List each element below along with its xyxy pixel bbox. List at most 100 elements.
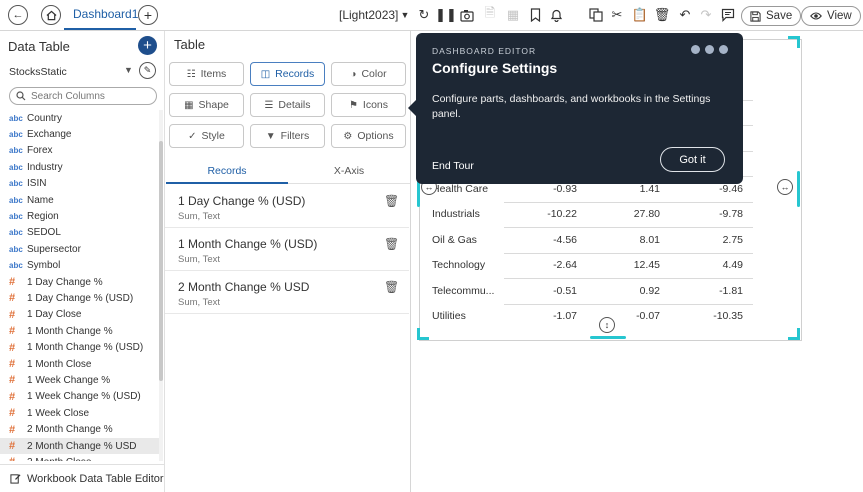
theme-dropdown-icon[interactable]: ▼	[397, 7, 413, 23]
column-item[interactable]: #1 Day Change % (USD)	[0, 290, 159, 306]
pause-icon[interactable]: ❚❚	[435, 7, 457, 23]
move-vertical-icon[interactable]: ↕	[599, 317, 615, 333]
selection-corner[interactable]	[788, 328, 800, 340]
save-button[interactable]: Save	[741, 6, 802, 26]
refresh-icon[interactable]: ↻	[416, 7, 432, 23]
trash-icon[interactable]: 🗑	[384, 194, 399, 208]
edit-source-button[interactable]: ✎	[139, 62, 156, 79]
records-button[interactable]: ◫ Records	[250, 62, 325, 86]
column-item[interactable]: #1 Week Change %	[0, 372, 159, 388]
duplicate-icon[interactable]	[588, 7, 604, 23]
column-item[interactable]: abc Country	[0, 110, 159, 126]
column-name: 1 Week Close	[27, 407, 90, 419]
selection-corner[interactable]	[417, 328, 429, 340]
cell-value: 27.80	[633, 208, 660, 221]
record-item[interactable]: 2 Month Change % USD Sum, Text 🗑	[165, 271, 409, 314]
column-item[interactable]: #1 Day Close	[0, 307, 159, 323]
cut-icon[interactable]: ✂	[609, 7, 625, 23]
data-source-selector[interactable]: StocksStatic	[9, 66, 67, 78]
home-button[interactable]	[41, 5, 61, 25]
record-item[interactable]: 1 Month Change % (USD) Sum, Text 🗑	[165, 228, 409, 271]
search-input[interactable]	[31, 90, 141, 102]
column-item[interactable]: #1 Month Change % (USD)	[0, 339, 159, 355]
items-button[interactable]: ☷ Items	[169, 62, 244, 86]
column-item[interactable]: #1 Month Close	[0, 356, 159, 372]
column-item[interactable]: abc Region	[0, 208, 159, 224]
column-item[interactable]: #1 Day Change %	[0, 274, 159, 290]
row-divider	[504, 201, 753, 203]
chevron-down-icon[interactable]: ▼	[124, 65, 133, 75]
column-item[interactable]: abc SEDOL	[0, 225, 159, 241]
shape-button[interactable]: ▦ Shape	[169, 93, 244, 117]
theme-selector[interactable]: [Light2023]	[339, 8, 398, 22]
column-item[interactable]: #1 Week Close	[0, 405, 159, 421]
trash-icon[interactable]: 🗑	[384, 237, 399, 251]
record-item[interactable]: 1 Day Change % (USD) Sum, Text 🗑	[165, 185, 409, 228]
view-button[interactable]: View	[801, 6, 861, 26]
home-icon	[46, 10, 56, 20]
record-aggregation: Sum, Text	[178, 297, 221, 308]
resize-handle-bottom[interactable]	[590, 336, 626, 339]
back-button[interactable]: ←	[8, 5, 28, 25]
column-item[interactable]: #1 Week Change % (USD)	[0, 389, 159, 405]
tab-x-axis[interactable]: X-Axis	[288, 165, 410, 177]
move-horizontal-icon[interactable]: ↔	[777, 179, 793, 195]
style-button[interactable]: ✓ Style	[169, 124, 244, 148]
resize-handle-right[interactable]	[797, 171, 800, 207]
bottom-link-label: Workbook Data Table Editor	[27, 472, 164, 485]
add-tab-button[interactable]: +	[138, 5, 158, 25]
dashboard-tab[interactable]: Dashboard1	[73, 7, 138, 21]
icons-button[interactable]: ⚑ Icons	[331, 93, 406, 117]
record-name: 2 Month Change % USD	[178, 280, 310, 294]
column-item[interactable]: abc Name	[0, 192, 159, 208]
column-item[interactable]: #2 Month Change %	[0, 421, 159, 437]
export-pdf-icon[interactable]: 🗎	[482, 5, 498, 23]
scrollbar-thumb[interactable]	[159, 141, 163, 381]
row-label: Health Care	[432, 182, 489, 195]
paste-icon[interactable]: 📋	[632, 7, 648, 23]
button-label: Options	[357, 130, 394, 142]
column-item[interactable]: abc Symbol	[0, 258, 159, 274]
table-row[interactable]: Oil & Gas -4.56 8.01 2.75	[432, 227, 745, 253]
comment-icon[interactable]	[720, 7, 736, 23]
got-it-button[interactable]: Got it	[660, 147, 725, 172]
end-tour-link[interactable]: End Tour	[432, 160, 474, 172]
column-item[interactable]: #1 Month Change %	[0, 323, 159, 339]
table-row[interactable]: Telecommu... -0.51 0.92 -1.81	[432, 278, 745, 304]
search-columns[interactable]	[9, 87, 157, 105]
table-row[interactable]: Industrials -10.22 27.80 -9.78	[432, 202, 745, 228]
row-label: Telecommu...	[432, 284, 495, 297]
column-name: 2 Month Change %	[27, 424, 113, 436]
trash-icon[interactable]: 🗑	[384, 280, 399, 294]
options-button[interactable]: ⚙ Options	[331, 124, 406, 148]
table-row[interactable]: Utilities -1.07 -0.07 -10.35	[432, 304, 745, 330]
snapshot-icon[interactable]	[459, 7, 475, 23]
workbook-data-table-editor-link[interactable]: Workbook Data Table Editor	[0, 464, 165, 492]
redo-icon[interactable]: ↷	[698, 7, 714, 23]
tab-records[interactable]: Records	[166, 165, 288, 177]
color-button[interactable]: ◑ Color	[331, 62, 406, 86]
bell-icon[interactable]	[548, 7, 564, 23]
column-item[interactable]: abc Exchange	[0, 126, 159, 142]
cell-value: -1.81	[719, 284, 743, 297]
undo-icon[interactable]: ↶	[677, 7, 693, 23]
table-row[interactable]: Technology -2.64 12.45 4.49	[432, 253, 745, 279]
column-item[interactable]: abc ISIN	[0, 176, 159, 192]
column-item[interactable]: abc Industry	[0, 159, 159, 175]
export-image-icon[interactable]: ▦	[505, 7, 521, 23]
details-button[interactable]: ☰ Details	[250, 93, 325, 117]
column-item[interactable]: #2 Month Close	[0, 454, 159, 461]
column-name: 1 Day Change %	[27, 276, 103, 288]
cell-value: 0.92	[639, 284, 660, 297]
column-item[interactable]: abc Forex	[0, 143, 159, 159]
selection-corner[interactable]	[788, 36, 800, 48]
cell-value: -0.07	[636, 310, 660, 323]
record-aggregation: Sum, Text	[178, 211, 221, 222]
bookmark-icon[interactable]	[527, 7, 543, 23]
column-item[interactable]: abc Supersector	[0, 241, 159, 257]
column-item[interactable]: #2 Month Change % USD	[0, 437, 159, 455]
record-aggregation: Sum, Text	[178, 254, 221, 265]
filters-button[interactable]: ▼ Filters	[250, 124, 325, 148]
add-column-button[interactable]: +	[138, 36, 157, 55]
delete-icon[interactable]: 🗑	[654, 7, 671, 23]
